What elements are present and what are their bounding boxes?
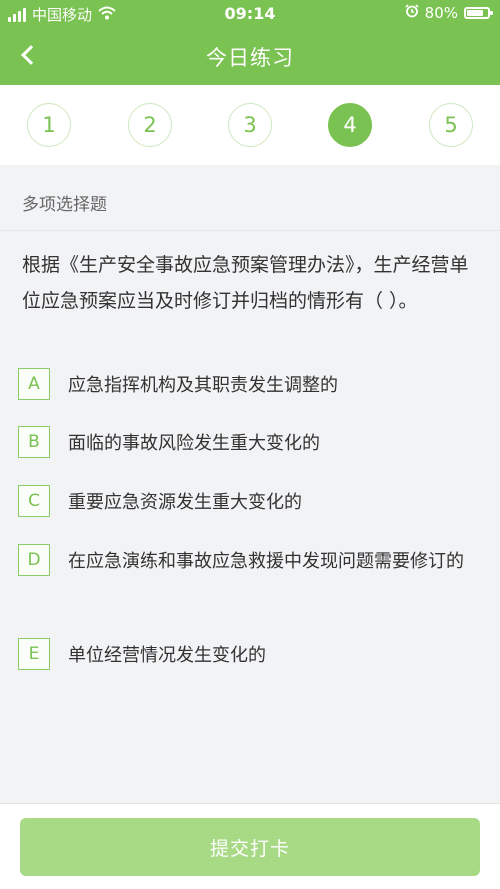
- alarm-icon: [405, 4, 419, 22]
- option-text: 在应急演练和事故应急救援中发现问题需要修订的: [68, 551, 464, 572]
- question-type: 多项选择题: [22, 195, 107, 215]
- submit-area: 提交打卡: [0, 803, 500, 889]
- option-text: 应急指挥机构及其职责发生调整的: [68, 375, 338, 396]
- option-text: 重要应急资源发生重大变化的: [68, 492, 302, 513]
- step-indicator: 1 2 3 4 5: [0, 85, 500, 165]
- option-text: 面临的事故风险发生重大变化的: [68, 433, 320, 454]
- submit-button[interactable]: 提交打卡: [20, 818, 480, 876]
- option-letter: D: [18, 544, 50, 576]
- screen: 中国移动 09:14 80% 今日练习 1 2 3 4 5 多项选择题 根据《生…: [0, 0, 500, 889]
- step-5[interactable]: 5: [429, 103, 473, 147]
- question-text: 根据《生产安全事故应急预案管理办法》，生产经营单位应急预案应当及时修订并归档的情…: [22, 254, 469, 312]
- step-4[interactable]: 4: [328, 103, 372, 147]
- step-3[interactable]: 3: [228, 103, 272, 147]
- option-text: 单位经营情况发生变化的: [68, 645, 266, 666]
- header: 中国移动 09:14 80% 今日练习: [0, 0, 500, 85]
- option-letter: B: [18, 426, 50, 458]
- page-title: 今日练习: [206, 46, 294, 70]
- status-bar: 中国移动 09:14 80%: [0, 0, 500, 28]
- battery-label: 80%: [424, 4, 458, 22]
- option-letter: E: [18, 638, 50, 670]
- battery-icon: [464, 7, 493, 19]
- status-right: 80%: [405, 4, 493, 22]
- divider: [0, 230, 500, 231]
- option-letter: A: [18, 368, 50, 400]
- navbar: 今日练习: [0, 28, 500, 85]
- option-letter: C: [18, 485, 50, 517]
- step-2[interactable]: 2: [128, 103, 172, 147]
- step-1[interactable]: 1: [27, 103, 71, 147]
- battery-fill: [467, 10, 483, 16]
